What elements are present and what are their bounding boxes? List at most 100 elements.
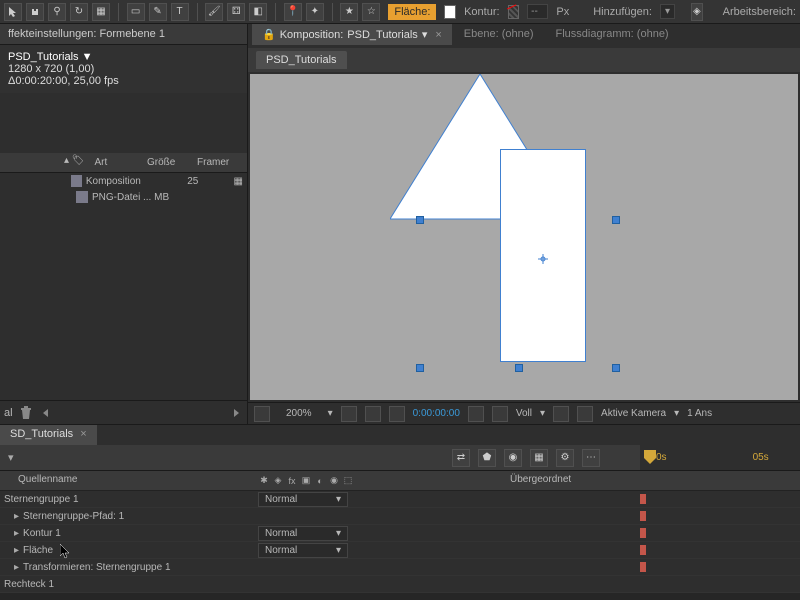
- selection-tool-icon[interactable]: [4, 3, 22, 21]
- puppet-tool-icon[interactable]: 📍: [284, 3, 302, 21]
- motion-blur-icon[interactable]: ◐: [314, 475, 326, 487]
- rect-tool-icon[interactable]: ▭: [127, 3, 145, 21]
- parent-header[interactable]: Übergeordnet: [502, 471, 579, 490]
- tl-frame-blend-icon[interactable]: ▦: [530, 449, 548, 467]
- close-icon[interactable]: ×: [435, 29, 441, 41]
- res-dropdown-icon[interactable]: ▾: [540, 408, 545, 419]
- guides-icon[interactable]: [365, 406, 381, 422]
- expand-icon[interactable]: ▸: [14, 528, 19, 539]
- layer-row[interactable]: Sternengruppe 1 Normal▾: [0, 491, 800, 508]
- frame-blend-icon[interactable]: ▣: [300, 475, 312, 487]
- flowchart-tab[interactable]: Flussdiagramm: (ohne): [546, 24, 679, 44]
- prev-arrow-icon[interactable]: [39, 406, 53, 420]
- selection-handle[interactable]: [416, 364, 424, 372]
- layer-tab[interactable]: Ebene: (ohne): [454, 24, 544, 44]
- text-tool-icon[interactable]: T: [171, 3, 189, 21]
- tool-extra-icon[interactable]: ◈: [691, 3, 703, 21]
- layer-row[interactable]: ▸Fläche Normal▾: [0, 542, 800, 559]
- channels-icon[interactable]: [492, 406, 508, 422]
- layer-row[interactable]: Rechteck 1: [0, 576, 800, 593]
- blend-mode-dropdown[interactable]: Normal▾: [258, 526, 348, 541]
- expand-icon[interactable]: ▸: [14, 545, 19, 556]
- resolution-label[interactable]: Voll: [516, 408, 532, 419]
- fx-icon[interactable]: fx: [286, 475, 298, 487]
- layer-row[interactable]: ▸ Sternengruppe-Pfad: 1: [0, 508, 800, 525]
- tl-motion-blur-icon[interactable]: ◉: [504, 449, 522, 467]
- snapshot-icon[interactable]: [468, 406, 484, 422]
- trash-icon[interactable]: [19, 406, 33, 420]
- camera-dropdown-icon[interactable]: ▾: [674, 408, 679, 419]
- layer-bar[interactable]: [640, 494, 646, 504]
- blend-mode-dropdown[interactable]: Normal▾: [258, 492, 348, 507]
- tl-graph-icon[interactable]: ⇄: [452, 449, 470, 467]
- expand-icon[interactable]: ▸: [14, 511, 19, 522]
- views-label[interactable]: 1 Ans: [687, 408, 712, 419]
- star-polygon-icon[interactable]: ★: [340, 3, 358, 21]
- zoom-tool-icon[interactable]: ⚲: [48, 3, 66, 21]
- rotate-tool-icon[interactable]: ↻: [70, 3, 88, 21]
- tl-more-icon[interactable]: ⋯: [582, 449, 600, 467]
- time-display[interactable]: 0:00:00:00: [413, 408, 460, 419]
- camera-tool-icon[interactable]: ▦: [92, 3, 110, 21]
- col-framer[interactable]: Framer: [193, 155, 243, 170]
- canvas[interactable]: [250, 74, 798, 400]
- quality-icon[interactable]: ◈: [272, 475, 284, 487]
- selection-handle[interactable]: [515, 364, 523, 372]
- col-art[interactable]: Art: [91, 155, 144, 170]
- effects-tab[interactable]: ffekteinstellungen: Formebene 1: [0, 24, 247, 45]
- layer-bar[interactable]: [640, 528, 646, 538]
- source-header[interactable]: Quellenname: [0, 471, 258, 490]
- tool-misc-icon[interactable]: ✦: [306, 3, 324, 21]
- tl-3d-icon[interactable]: ⬟: [478, 449, 496, 467]
- selection-handle[interactable]: [612, 364, 620, 372]
- expand-icon[interactable]: ▸: [14, 562, 19, 573]
- layer-bar[interactable]: [640, 545, 646, 555]
- next-arrow-icon[interactable]: [229, 406, 243, 420]
- selection-handle[interactable]: [416, 216, 424, 224]
- region-icon[interactable]: [553, 406, 569, 422]
- add-dropdown[interactable]: ▾: [660, 4, 675, 19]
- transparency-icon[interactable]: [577, 406, 593, 422]
- star-outline-icon[interactable]: ☆: [362, 3, 380, 21]
- tl-dropdown-icon[interactable]: ▾: [8, 451, 14, 464]
- eraser-tool-icon[interactable]: ◧: [249, 3, 267, 21]
- row-extra-icon[interactable]: ▦: [234, 176, 243, 187]
- layer-bar[interactable]: [640, 562, 646, 572]
- project-row[interactable]: PNG-Datei ... MB: [0, 189, 247, 205]
- stroke-swatch[interactable]: [508, 5, 520, 19]
- layer-row[interactable]: ▸Kontur 1 Normal▾: [0, 525, 800, 542]
- playhead-icon[interactable]: [644, 450, 656, 466]
- tab-dropdown-icon[interactable]: ▾: [422, 28, 428, 41]
- mask-icon[interactable]: [389, 406, 405, 422]
- zoom-display[interactable]: 200%: [278, 407, 320, 420]
- timeline-ruler[interactable]: 0s 05s: [640, 445, 800, 470]
- comp-tab-active[interactable]: 🔒 Komposition: PSD_Tutorials ▾ ×: [252, 24, 452, 45]
- stroke-width-field[interactable]: --: [527, 4, 548, 19]
- grid-icon[interactable]: [254, 406, 270, 422]
- blend-mode-dropdown[interactable]: Normal▾: [258, 543, 348, 558]
- layer-bar[interactable]: [640, 511, 646, 521]
- timeline-tab[interactable]: SD_Tutorials ×: [0, 425, 97, 445]
- pen-tool-icon[interactable]: ✎: [149, 3, 167, 21]
- comp-name[interactable]: PSD_Tutorials ▼: [8, 51, 239, 63]
- hand-tool-icon[interactable]: [26, 3, 44, 21]
- tl-brain-icon[interactable]: ⚙: [556, 449, 574, 467]
- adjustment-icon[interactable]: ◉: [328, 475, 340, 487]
- project-row[interactable]: Komposition 25 ▦: [0, 173, 247, 189]
- clone-tool-icon[interactable]: ⚃: [227, 3, 245, 21]
- layer-row[interactable]: ▸Transformieren: Sternengruppe 1: [0, 559, 800, 576]
- close-icon[interactable]: ×: [80, 428, 86, 440]
- col-groesse[interactable]: Größe: [143, 155, 193, 170]
- tag-header-icon[interactable]: ▴ 🏷: [64, 155, 85, 170]
- zoom-dropdown-icon[interactable]: ▾: [328, 408, 333, 419]
- anchor-point-icon[interactable]: [538, 254, 548, 264]
- cube-icon[interactable]: ⬚: [342, 475, 354, 487]
- shy-icon[interactable]: ✱: [258, 475, 270, 487]
- ruler-icon[interactable]: [341, 406, 357, 422]
- selection-handle[interactable]: [612, 216, 620, 224]
- camera-label[interactable]: Aktive Kamera: [601, 408, 666, 419]
- fill-swatch[interactable]: [444, 5, 456, 19]
- comp-sub-tab[interactable]: PSD_Tutorials: [256, 51, 347, 69]
- layer-name: Sternengruppe-Pfad: 1: [23, 511, 124, 522]
- brush-tool-icon[interactable]: 🖌: [205, 3, 223, 21]
